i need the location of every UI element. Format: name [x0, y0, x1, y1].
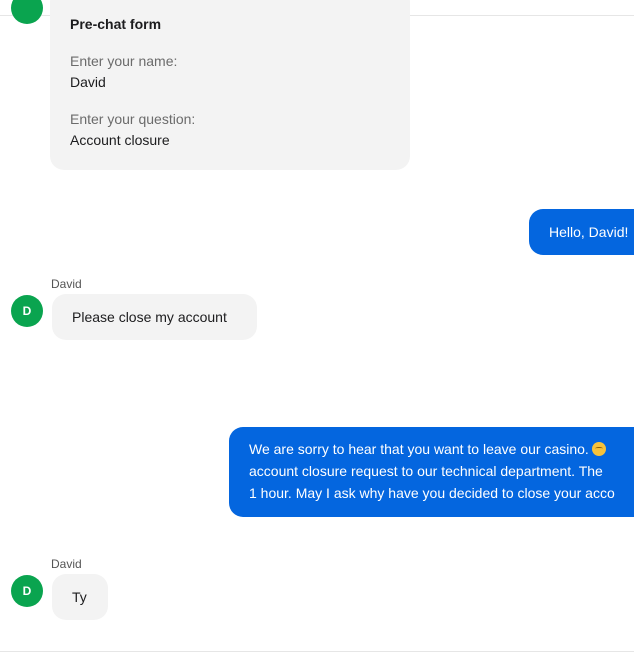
agent-message: We are sorry to hear that you want to le…: [229, 427, 634, 517]
visitor-avatar: D: [11, 575, 43, 607]
message-line: account closure request to our technical…: [249, 463, 603, 479]
question-value: Account closure: [70, 132, 170, 148]
sender-name: David: [51, 277, 82, 291]
chat-transcript: Pre-chat form Enter your name: David Ent…: [0, 0, 634, 663]
disappointed-face-icon: [591, 442, 606, 456]
name-value: David: [70, 74, 106, 90]
message-text: Please close my account: [72, 309, 227, 325]
message-text: Hello, David!: [549, 224, 629, 240]
form-title: Pre-chat form: [70, 16, 162, 32]
sender-name: David: [51, 557, 82, 571]
composer-divider: [0, 651, 634, 652]
visitor-avatar-top: [11, 0, 43, 24]
pre-chat-form-card: Pre-chat form Enter your name: David Ent…: [50, 0, 410, 170]
visitor-avatar: D: [11, 295, 43, 327]
visitor-message: Please close my account: [52, 294, 257, 340]
message-line: 1 hour. May I ask why have you decided t…: [249, 485, 615, 501]
agent-message: Hello, David!: [529, 209, 634, 255]
question-label: Enter your question:: [70, 111, 196, 127]
name-label: Enter your name:: [70, 53, 178, 69]
visitor-message: Ty: [52, 574, 108, 620]
message-line: We are sorry to hear that you want to le…: [249, 441, 589, 457]
message-text: Ty: [72, 589, 87, 605]
